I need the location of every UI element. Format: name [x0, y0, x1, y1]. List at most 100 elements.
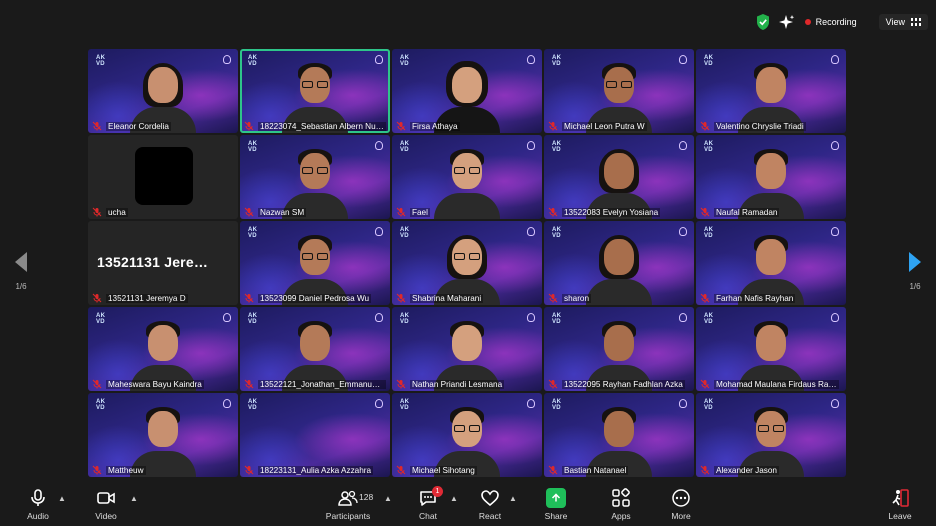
previous-page-button[interactable]: 1/6: [9, 252, 33, 291]
participant-tile[interactable]: AK VD Mohamad Maulana Firdaus Ra…: [696, 307, 846, 391]
chat-button[interactable]: 1 Chat: [398, 486, 458, 521]
event-logo: AK VD: [248, 141, 258, 153]
share-button[interactable]: Share: [526, 488, 586, 521]
participant-name: Shabrina Maharani: [410, 293, 484, 303]
event-badge-icon: [679, 55, 687, 64]
participant-name: 13523099 Daniel Pedrosa Wu: [258, 293, 372, 303]
event-logo: AK VD: [704, 227, 714, 239]
muted-microphone-icon: [244, 121, 254, 131]
participants-label: Participants: [325, 511, 371, 521]
apps-button[interactable]: Apps: [591, 488, 651, 521]
video-camera-icon: [97, 492, 115, 504]
participant-tile[interactable]: ucha: [88, 135, 238, 219]
share-screen-icon: [546, 488, 566, 508]
video-options-caret-icon[interactable]: ▲: [130, 494, 138, 503]
muted-microphone-icon: [548, 293, 558, 303]
participant-avatar: [135, 147, 193, 205]
participant-name-bar: Nazwan SM: [244, 207, 386, 217]
muted-microphone-icon: [92, 121, 102, 131]
leave-button[interactable]: Leave: [870, 488, 930, 521]
participant-tile[interactable]: AK VD 18223074_Sebastian Albern Nugro…: [240, 49, 390, 133]
participant-tile[interactable]: AK VD Naufal Ramadan: [696, 135, 846, 219]
participant-tile[interactable]: AK VD Michael Sihotang: [392, 393, 542, 477]
event-badge-icon: [527, 313, 535, 322]
participant-name: Valentino Chryslie Triadi: [714, 121, 806, 131]
recording-indicator[interactable]: Recording: [804, 17, 857, 27]
participant-tile[interactable]: AK VD Firsa Athaya: [392, 49, 542, 133]
glasses-icon: [302, 253, 328, 260]
event-badge-icon: [375, 313, 383, 322]
glasses-icon: [606, 81, 632, 88]
participant-name-bar: Shabrina Maharani: [396, 293, 538, 303]
page-indicator-right: 1/6: [909, 282, 921, 291]
event-badge-icon: [375, 399, 383, 408]
microphone-icon: [31, 489, 45, 506]
participant-name-bar: Maheswara Bayu Kaindra: [92, 379, 234, 389]
participant-tile[interactable]: AK VD Valentino Chryslie Triadi: [696, 49, 846, 133]
participant-tile[interactable]: AK VD Shabrina Maharani: [392, 221, 542, 305]
participant-name-bar: Farhan Nafis Rayhan: [700, 293, 842, 303]
event-badge-icon: [831, 141, 839, 150]
participant-tile[interactable]: AK VD Alexander Jason: [696, 393, 846, 477]
participant-name-bar: Naufal Ramadan: [700, 207, 842, 217]
participant-tile[interactable]: AK VD sharon: [544, 221, 694, 305]
event-badge-icon: [527, 227, 535, 236]
glasses-icon: [758, 425, 784, 432]
muted-microphone-icon: [92, 207, 102, 217]
participant-tile[interactable]: AK VD 13522083 Evelyn Yosiana: [544, 135, 694, 219]
react-options-caret-icon[interactable]: ▲: [509, 494, 517, 503]
participant-name: Maheswara Bayu Kaindra: [106, 379, 204, 389]
event-badge-icon: [375, 227, 383, 236]
participant-name: Michael Leon Putra W: [562, 121, 647, 131]
leave-label: Leave: [888, 511, 912, 521]
participant-name: 18223131_Aulia Azka Azzahra: [258, 465, 374, 475]
event-badge-icon: [223, 55, 231, 64]
participant-tile[interactable]: AK VD Maheswara Bayu Kaindra: [88, 307, 238, 391]
more-options-icon: [672, 489, 690, 507]
next-page-button[interactable]: 1/6: [903, 252, 927, 291]
event-badge-icon: [679, 141, 687, 150]
view-button[interactable]: View: [878, 14, 928, 30]
audio-button[interactable]: Audio: [8, 488, 68, 521]
ai-companion-sparkle-icon[interactable]: [778, 14, 795, 30]
participant-tile[interactable]: AK VD Nathan Priandi Lesmana: [392, 307, 542, 391]
participant-tile[interactable]: AK VD Eleanor Cordelia: [88, 49, 238, 133]
participant-tile[interactable]: 13521131 Jere… 13521131 Jeremya D: [88, 221, 238, 305]
participant-tile[interactable]: AK VD 13522095 Rayhan Fadhlan Azka: [544, 307, 694, 391]
participants-options-caret-icon[interactable]: ▲: [384, 494, 392, 503]
audio-options-caret-icon[interactable]: ▲: [58, 494, 66, 503]
muted-microphone-icon: [244, 379, 254, 389]
participant-tile[interactable]: AK VD 13522121_Jonathan_Emmanuel…: [240, 307, 390, 391]
participant-name: Firsa Athaya: [410, 121, 460, 131]
participant-name: 13522095 Rayhan Fadhlan Azka: [562, 379, 685, 389]
react-button[interactable]: React: [460, 488, 520, 521]
participant-tile[interactable]: AK VD 13523099 Daniel Pedrosa Wu: [240, 221, 390, 305]
glasses-icon: [302, 81, 328, 88]
participant-tile[interactable]: AK VD 18223131_Aulia Azka Azzahra: [240, 393, 390, 477]
participant-name-bar: Mattheuw: [92, 465, 234, 475]
event-logo: AK VD: [96, 313, 106, 325]
participant-name: Mohamad Maulana Firdaus Ra…: [714, 379, 839, 389]
participant-tile[interactable]: AK VD Michael Leon Putra W: [544, 49, 694, 133]
participant-name-bar: Bastian Natanael: [548, 465, 690, 475]
participant-name-bar: 13521131 Jeremya D: [92, 293, 234, 303]
video-button[interactable]: Video: [76, 488, 136, 521]
participant-tile[interactable]: AK VD Nazwan SM: [240, 135, 390, 219]
chat-options-caret-icon[interactable]: ▲: [450, 494, 458, 503]
chat-label: Chat: [419, 511, 437, 521]
participant-name-bar: Valentino Chryslie Triadi: [700, 121, 842, 131]
view-label: View: [885, 17, 905, 27]
participant-tile[interactable]: AK VD Farhan Nafis Rayhan: [696, 221, 846, 305]
participants-button[interactable]: 128 Participants: [318, 488, 378, 521]
event-logo: AK VD: [704, 313, 714, 325]
apps-label: Apps: [611, 511, 631, 521]
participant-tile[interactable]: AK VD Bastian Natanael: [544, 393, 694, 477]
event-logo: AK VD: [704, 141, 714, 153]
event-logo: AK VD: [96, 55, 106, 67]
participant-name: Farhan Nafis Rayhan: [714, 293, 796, 303]
participant-tile[interactable]: AK VD Mattheuw: [88, 393, 238, 477]
participant-tile[interactable]: AK VD Fael: [392, 135, 542, 219]
muted-microphone-icon: [396, 121, 406, 131]
encryption-shield-icon[interactable]: [755, 13, 771, 31]
more-button[interactable]: More: [651, 488, 711, 521]
